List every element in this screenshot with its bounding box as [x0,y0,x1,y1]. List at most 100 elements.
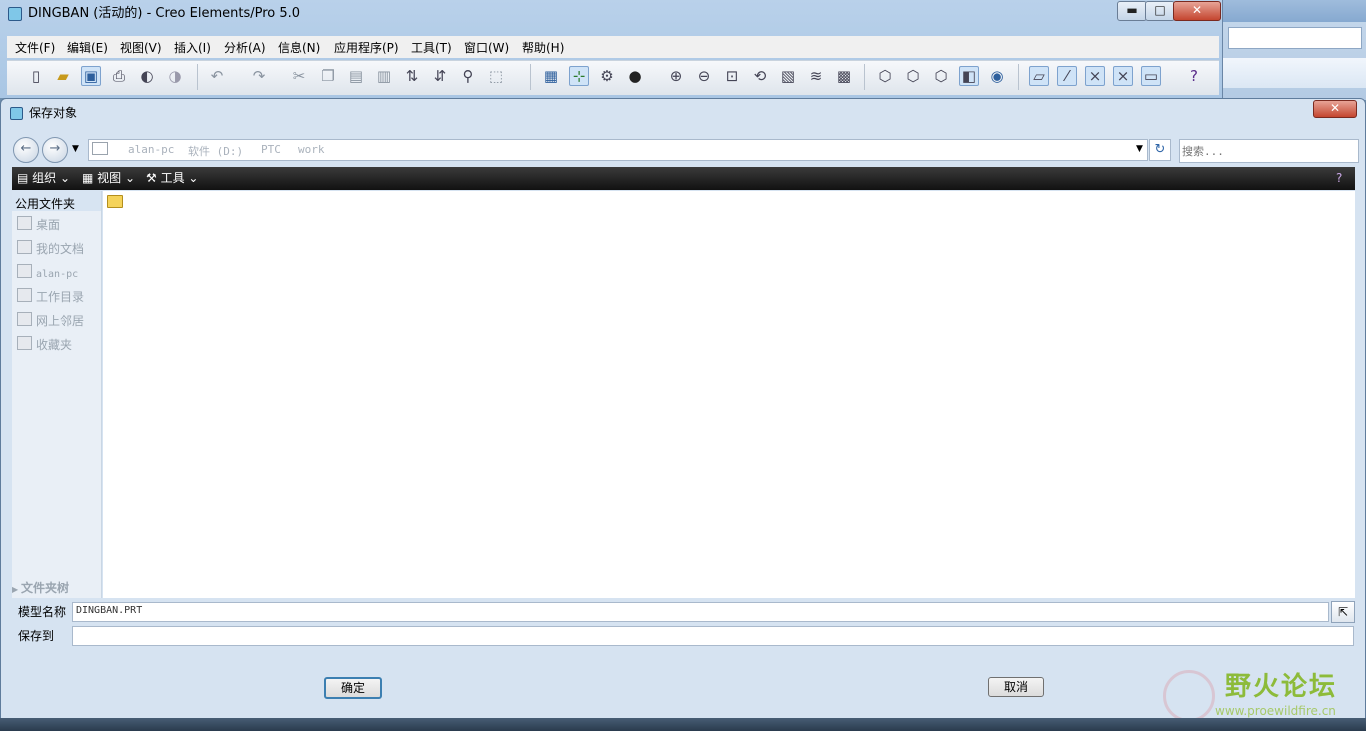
open-icon[interactable]: ▰ [53,66,73,86]
menu-applications[interactable]: 应用程序(P) [334,40,399,56]
address-bar[interactable] [88,139,1148,161]
history-dropdown-icon[interactable]: ▼ [72,144,79,154]
menu-window[interactable]: 窗口(W) [464,40,509,56]
minimize-button[interactable]: ▬ [1117,1,1147,21]
command-bar [12,167,1355,190]
background-window-search-box [1228,27,1362,49]
view-manager-icon[interactable]: ▩ [834,66,854,86]
sidebar-item-computer[interactable]: alan-pc [17,264,78,280]
back-button[interactable]: ← [13,137,39,163]
menu-insert[interactable]: 插入(I) [174,40,211,56]
annotation-icon[interactable]: ▭ [1141,66,1161,86]
search-input[interactable] [1179,139,1359,163]
dialog-close-button[interactable]: ✕ [1313,100,1357,118]
cut-icon[interactable]: ✂ [289,66,309,86]
pick-model-button[interactable]: ⇱ [1331,601,1355,623]
hidden-line-icon[interactable]: ⬡ [903,66,923,86]
background-window [1222,0,1366,100]
sidebar-item-network[interactable]: 网上邻居 [17,312,84,328]
refit-icon[interactable]: ⊡ [722,66,742,86]
refresh-button[interactable]: ↻ [1149,139,1171,161]
datum-planes-icon[interactable]: ▱ [1029,66,1049,86]
regen-manager-icon[interactable]: ⇵ [430,66,450,86]
enhanced-realism-icon[interactable]: ◉ [987,66,1007,86]
address-dropdown-icon[interactable]: ▼ [1136,144,1143,154]
zoom-out-icon[interactable]: ⊖ [694,66,714,86]
copy-icon[interactable]: ❐ [318,66,338,86]
breadcrumb-drive[interactable]: 软件 (D:) [188,143,243,159]
whats-this-icon[interactable]: ? [1184,66,1204,86]
menu-info[interactable]: 信息(N) [278,40,320,56]
save-icon[interactable]: ▣ [81,66,101,86]
orient-mode-icon[interactable]: ⚙ [597,66,617,86]
model-name-field[interactable] [72,602,1329,622]
no-hidden-icon[interactable]: ⬡ [931,66,951,86]
dialog-app-icon [10,107,23,120]
save-to-field[interactable] [72,626,1354,646]
repaint-icon[interactable]: ▦ [541,66,561,86]
menu-file[interactable]: 文件(F) [15,40,55,56]
help-icon[interactable]: ? [1336,170,1342,187]
redo-icon[interactable]: ↷ [249,66,269,86]
folder-tree-toggle[interactable]: ▶ 文件夹树 [12,579,101,597]
maximize-button[interactable]: □ [1145,1,1175,21]
zoom-in-icon[interactable]: ⊕ [666,66,686,86]
send-all-icon[interactable]: ◑ [165,66,185,86]
send-icon[interactable]: ◐ [137,66,157,86]
network-icon [17,312,32,326]
views-menu[interactable]: ▦ 视图 ⌄ [82,170,135,187]
shading-icon[interactable]: ◧ [959,66,979,86]
find-icon[interactable]: ⚲ [458,66,478,86]
spin-center-icon[interactable]: ⊹ [569,66,589,86]
save-to-label: 保存到 [18,629,55,643]
select-box-icon[interactable]: ⬚ [486,66,506,86]
undo-icon[interactable]: ↶ [207,66,227,86]
toolbar-separator [530,64,531,90]
organize-icon: ▤ [17,171,33,185]
sidebar-item-desktop[interactable]: 桌面 [17,216,60,232]
csys-icon[interactable]: ⨯ [1113,66,1133,86]
tools-menu[interactable]: ⚒ 工具 ⌄ [146,170,198,187]
menu-view[interactable]: 视图(V) [120,40,162,56]
paste-special-icon[interactable]: ▥ [374,66,394,86]
views-label: 视图 [97,171,122,185]
folder-tree-label: 文件夹树 [20,581,69,595]
new-icon[interactable]: ▯ [26,66,46,86]
regenerate-icon[interactable]: ⇅ [402,66,422,86]
datum-axes-icon[interactable]: ⁄ [1057,66,1077,86]
watermark: 野火论坛 www.proewildfire.cn [1155,664,1360,724]
breadcrumb-work[interactable]: work [298,143,325,156]
file-list-area[interactable] [103,191,1355,598]
favorites-icon [17,336,32,350]
appearance-icon[interactable]: ● [625,66,645,86]
creo-app-icon [8,6,22,21]
wireframe-icon[interactable]: ⬡ [875,66,895,86]
saved-views-icon[interactable]: ▧ [778,66,798,86]
menu-tools[interactable]: 工具(T) [411,40,452,56]
sidebar-item-label: 我的文档 [36,242,85,256]
tools-label: 工具 [160,171,185,185]
breadcrumb-ptc[interactable]: PTC [261,143,281,156]
cancel-button[interactable]: 取消 [988,677,1044,697]
layers-icon[interactable]: ≋ [806,66,826,86]
organize-menu[interactable]: ▤ 组织 ⌄ [17,170,70,187]
breadcrumb-computer[interactable]: alan-pc [128,143,174,156]
folder-icon[interactable] [107,195,123,208]
ok-button[interactable]: 确定 [324,677,382,699]
print-icon[interactable]: ⎙ [109,66,129,86]
menu-help[interactable]: 帮助(H) [522,40,564,56]
desktop-icon [17,216,32,230]
reorient-icon[interactable]: ⟲ [750,66,770,86]
sidebar-item-favorites[interactable]: 收藏夹 [17,336,72,352]
forward-button[interactable]: → [42,137,68,163]
menu-edit[interactable]: 编辑(E) [67,40,108,56]
sidebar-item-working-directory[interactable]: 工作目录 [17,288,84,304]
creo-close-button[interactable]: ✕ [1173,1,1221,21]
sidebar-item-documents[interactable]: 我的文档 [17,240,84,256]
menu-analysis[interactable]: 分析(A) [224,40,266,56]
paste-icon[interactable]: ▤ [346,66,366,86]
background-window-titlebar [1222,0,1366,22]
tools-icon: ⚒ [146,171,161,185]
datum-points-icon[interactable]: × [1085,66,1105,86]
creo-window-title: DINGBAN (活动的) - Creo Elements/Pro 5.0 [28,6,301,21]
